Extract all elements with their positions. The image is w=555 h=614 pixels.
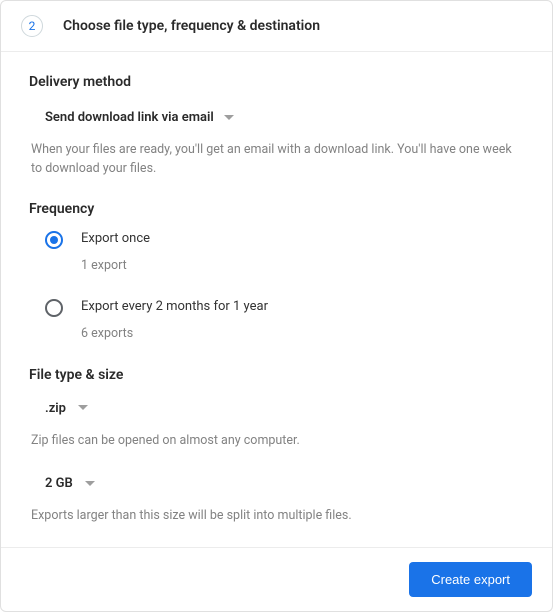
filesize-helper-text: Exports larger than this size will be sp… xyxy=(29,507,524,526)
frequency-option-sub: 1 export xyxy=(81,258,150,273)
frequency-option-once-text: Export once 1 export xyxy=(81,231,150,273)
export-step-card: 2 Choose file type, frequency & destinat… xyxy=(0,0,553,612)
step-title: Choose file type, frequency & destinatio… xyxy=(63,18,320,34)
delivery-method-selected: Send download link via email xyxy=(45,110,214,125)
frequency-title: Frequency xyxy=(29,201,524,217)
delivery-helper-text: When your files are ready, you'll get an… xyxy=(29,141,524,179)
frequency-option-bimonthly-text: Export every 2 months for 1 year 6 expor… xyxy=(81,299,268,341)
delivery-title: Delivery method xyxy=(29,74,524,90)
frequency-option-label: Export once xyxy=(81,231,150,246)
frequency-section: Frequency Export once 1 export xyxy=(29,201,524,341)
step-footer: Create export xyxy=(1,547,552,611)
frequency-option-once[interactable]: Export once 1 export xyxy=(45,231,524,273)
delivery-section: Delivery method Send download link via e… xyxy=(29,74,524,179)
step-content: Delivery method Send download link via e… xyxy=(1,52,552,547)
delivery-method-dropdown[interactable]: Send download link via email xyxy=(29,104,236,131)
create-export-button[interactable]: Create export xyxy=(409,562,532,597)
step-header: 2 Choose file type, frequency & destinat… xyxy=(1,1,552,52)
filetype-selected: .zip xyxy=(45,401,66,416)
caret-down-icon xyxy=(78,405,88,411)
frequency-option-sub: 6 exports xyxy=(81,326,268,341)
radio-selected-icon xyxy=(45,231,63,249)
radio-unselected-icon xyxy=(45,299,63,317)
filetype-section: File type & size .zip Zip files can be o… xyxy=(29,367,524,527)
frequency-option-label: Export every 2 months for 1 year xyxy=(81,299,268,314)
filetype-helper-text: Zip files can be opened on almost any co… xyxy=(29,432,524,451)
filetype-dropdown[interactable]: .zip xyxy=(29,397,88,420)
step-number-badge: 2 xyxy=(21,15,43,37)
filesize-dropdown[interactable]: 2 GB xyxy=(29,472,95,495)
caret-down-icon xyxy=(85,481,95,487)
filetype-title: File type & size xyxy=(29,367,524,383)
frequency-option-bimonthly[interactable]: Export every 2 months for 1 year 6 expor… xyxy=(45,299,524,341)
frequency-radio-group: Export once 1 export Export every 2 mont… xyxy=(29,231,524,341)
filesize-selected: 2 GB xyxy=(45,476,73,491)
step-number: 2 xyxy=(29,19,36,33)
caret-down-icon xyxy=(224,115,234,121)
